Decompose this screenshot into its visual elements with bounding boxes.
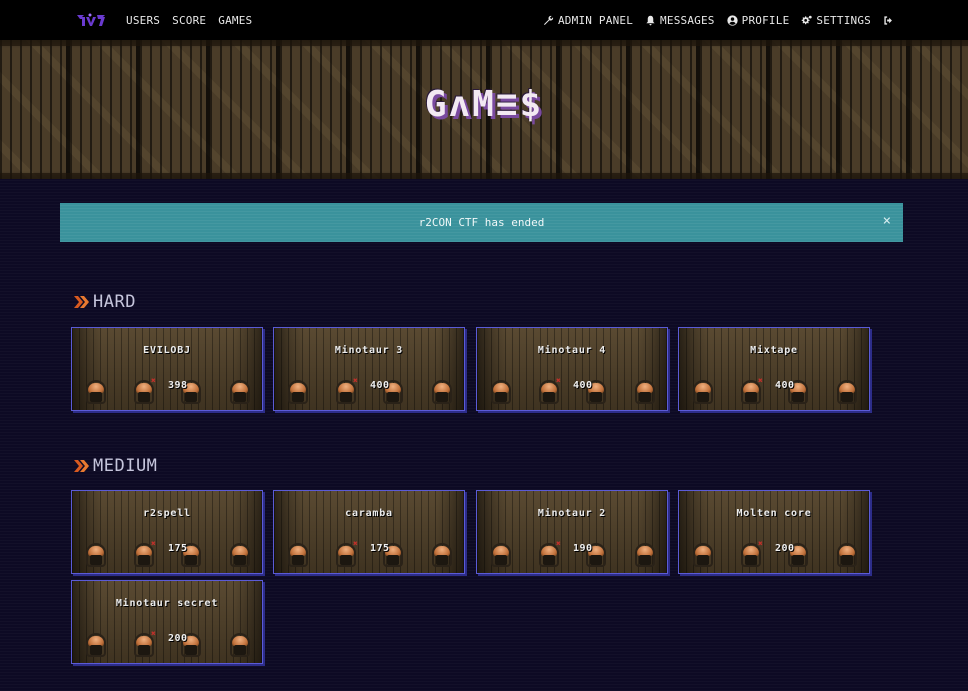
skull-door-icon [230,380,250,404]
section-title-hard-label: HARD [93,292,136,312]
game-score: 175 [370,543,390,554]
game-name: r2spell [143,508,191,519]
ctf-ended-alert: r2CON CTF has ended × [60,203,903,242]
game-card[interactable]: ✖ EVILOBJ 398 [71,327,263,411]
nav-admin-panel[interactable]: ADMIN PANEL [543,14,633,27]
games-header-banner: GʌM≡$ [0,40,968,179]
nav-messages[interactable]: MESSAGES [645,14,715,27]
skull-door-icon [693,380,713,404]
double-chevron-icon [74,296,89,308]
site-logo-icon[interactable] [76,12,106,28]
section-title-medium: MEDIUM [74,456,157,476]
nav-settings-label: SETTINGS [816,13,871,27]
solved-marker-icon: ✖ [151,629,156,638]
alert-text: r2CON CTF has ended [418,216,545,229]
section-title-medium-label: MEDIUM [93,456,158,476]
bell-icon [646,15,655,25]
nav-logout[interactable] [883,15,894,26]
page-title: GʌM≡$ [424,84,544,125]
game-name: EVILOBJ [143,345,191,356]
skull-door-icon [288,380,308,404]
nav-games[interactable]: GAMES [218,14,252,27]
skull-door-icon [491,543,511,567]
wrench-icon [544,15,554,25]
game-name: Minotaur 2 [537,508,607,519]
skull-door-icon [432,380,452,404]
skull-door-icon [86,633,106,657]
solved-marker-icon: ✖ [556,539,561,548]
nav-profile-label: PROFILE [741,13,790,27]
game-card[interactable]: ✖ Minotaur 2 190 [476,490,668,574]
game-score: 200 [775,543,795,554]
game-card[interactable]: ✖ Minotaur 4 400 [476,327,668,411]
game-card[interactable]: ✖ Mixtape 400 [678,327,870,411]
sign-out-icon [884,15,892,25]
game-card[interactable]: ✖ Molten core 200 [678,490,870,574]
skull-door-icon [288,543,308,567]
game-name: Minotaur secret [115,598,219,609]
game-card[interactable]: ✖ Minotaur 3 400 [273,327,465,411]
skull-door-icon [86,380,106,404]
nav-messages-label: MESSAGES [660,13,715,27]
skull-door-icon [86,543,106,567]
solved-marker-icon: ✖ [151,539,156,548]
solved-marker-icon: ✖ [758,539,763,548]
nav-admin-panel-label: ADMIN PANEL [557,13,634,27]
alert-close-button[interactable]: × [883,214,891,228]
nav-score[interactable]: SCORE [172,14,206,27]
game-score: 398 [168,380,188,391]
top-navbar: USERS SCORE GAMES ADMIN PANEL MESSAGES P… [0,0,968,40]
game-score: 200 [168,633,188,644]
solved-marker-icon: ✖ [556,376,561,385]
game-name: Minotaur 3 [334,345,404,356]
section-title-hard: HARD [74,292,136,312]
game-score: 400 [370,380,390,391]
banner-bottom-band [0,173,968,179]
game-card[interactable]: ✖ r2spell 175 [71,490,263,574]
skull-door-icon [837,543,857,567]
nav-profile[interactable]: PROFILE [726,13,790,27]
game-name: Mixtape [750,345,798,356]
skull-door-icon [635,543,655,567]
solved-marker-icon: ✖ [353,376,358,385]
solved-marker-icon: ✖ [151,376,156,385]
solved-marker-icon: ✖ [758,376,763,385]
skull-door-icon [432,543,452,567]
game-name: caramba [345,508,393,519]
skull-door-icon [837,380,857,404]
skull-door-icon [230,543,250,567]
game-score: 400 [573,380,593,391]
banner-top-band [0,40,968,46]
game-card[interactable]: ✖ Minotaur secret 200 [71,580,263,664]
game-score: 190 [573,543,593,554]
game-name: Minotaur 4 [537,345,607,356]
skull-door-icon [635,380,655,404]
cogs-icon [802,15,813,24]
nav-users[interactable]: USERS [126,14,160,27]
game-card[interactable]: ✖ caramba 175 [273,490,465,574]
game-name: Molten core [736,508,812,519]
skull-door-icon [230,633,250,657]
user-circle-icon [726,14,738,26]
game-score: 175 [168,543,188,554]
solved-marker-icon: ✖ [353,539,358,548]
game-score: 400 [775,380,795,391]
skull-door-icon [491,380,511,404]
double-chevron-icon [74,460,89,472]
skull-door-icon [693,543,713,567]
nav-settings[interactable]: SETTINGS [801,14,871,27]
